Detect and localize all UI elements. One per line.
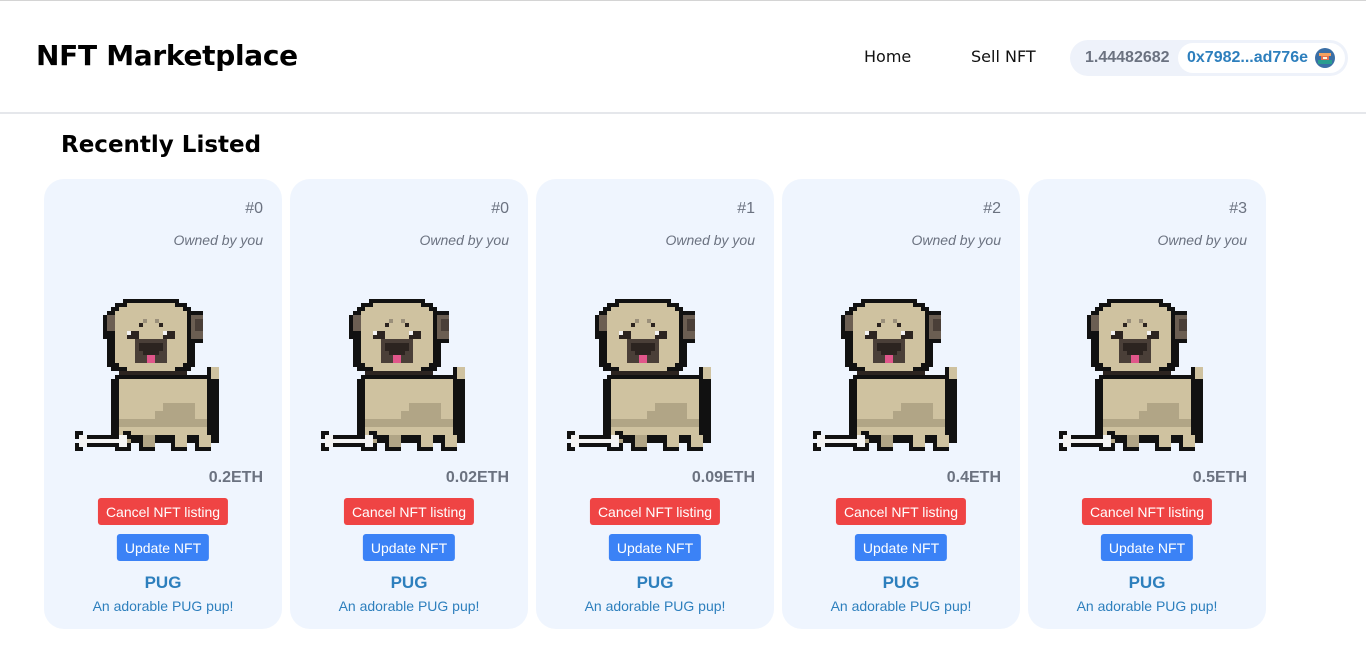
price-label: 0.4ETH [946, 469, 1001, 486]
nav-sell-nft-link[interactable]: Sell NFT [971, 47, 1036, 66]
wallet-address: 0x7982...ad776e [1187, 49, 1308, 66]
nft-card[interactable]: #0 Owned by you 0.2ETH Cancel NFT listin… [44, 179, 282, 629]
cancel-listing-button[interactable]: Cancel NFT listing [97, 498, 229, 525]
nft-description: An adorable PUG pup! [584, 598, 726, 614]
nft-name: PUG [882, 573, 920, 592]
site-header: NFT Marketplace Home Sell NFT 1.44482682… [0, 1, 1366, 114]
nft-card[interactable]: #2 Owned by you 0.4ETH Cancel NFT listin… [782, 179, 1020, 629]
price-label: 0.09ETH [691, 469, 755, 486]
nft-description: An adorable PUG pup! [830, 598, 972, 614]
nft-description: An adorable PUG pup! [92, 598, 234, 614]
token-id: #1 [737, 200, 755, 217]
owner-label: Owned by you [665, 232, 756, 248]
price-label: 0.5ETH [1192, 469, 1247, 486]
pug-nft-image [567, 299, 711, 451]
update-nft-button[interactable]: Update NFT [1100, 534, 1194, 561]
update-nft-button[interactable]: Update NFT [854, 534, 948, 561]
nft-card[interactable]: #1 Owned by you 0.09ETH Cancel NFT listi… [536, 179, 774, 629]
token-id: #2 [983, 200, 1001, 217]
wallet-connect-button[interactable]: 1.44482682 0x7982...ad776e [1070, 40, 1348, 76]
nft-card[interactable]: #3 Owned by you 0.5ETH Cancel NFT listin… [1028, 179, 1266, 629]
owner-label: Owned by you [911, 232, 1002, 248]
update-nft-button[interactable]: Update NFT [362, 534, 456, 561]
owner-label: Owned by you [173, 232, 264, 248]
update-nft-button[interactable]: Update NFT [608, 534, 702, 561]
token-id: #0 [491, 200, 509, 217]
nft-name: PUG [144, 573, 182, 592]
wallet-avatar-icon [1315, 48, 1335, 68]
pug-nft-image [321, 299, 465, 451]
section-title: Recently Listed [61, 132, 262, 158]
nft-description: An adorable PUG pup! [338, 598, 480, 614]
nav-home-link[interactable]: Home [864, 47, 911, 66]
owner-label: Owned by you [1157, 232, 1248, 248]
price-label: 0.02ETH [445, 469, 509, 486]
nft-description: An adorable PUG pup! [1076, 598, 1218, 614]
nft-name: PUG [1128, 573, 1166, 592]
token-id: #3 [1229, 200, 1247, 217]
cancel-listing-button[interactable]: Cancel NFT listing [1081, 498, 1213, 525]
update-nft-button[interactable]: Update NFT [116, 534, 210, 561]
wallet-address-pill[interactable]: 0x7982...ad776e [1178, 43, 1345, 73]
wallet-balance: 1.44482682 [1085, 49, 1170, 66]
nft-name: PUG [636, 573, 674, 592]
cancel-listing-button[interactable]: Cancel NFT listing [589, 498, 721, 525]
cancel-listing-button[interactable]: Cancel NFT listing [343, 498, 475, 525]
owner-label: Owned by you [419, 232, 510, 248]
site-brand[interactable]: NFT Marketplace [36, 39, 298, 72]
cancel-listing-button[interactable]: Cancel NFT listing [835, 498, 967, 525]
price-label: 0.2ETH [208, 469, 263, 486]
pug-nft-image [813, 299, 957, 451]
nft-name: PUG [390, 573, 428, 592]
pug-nft-image [1059, 299, 1203, 451]
nft-card[interactable]: #0 Owned by you 0.02ETH Cancel NFT listi… [290, 179, 528, 629]
token-id: #0 [245, 200, 263, 217]
pug-nft-image [75, 299, 219, 451]
